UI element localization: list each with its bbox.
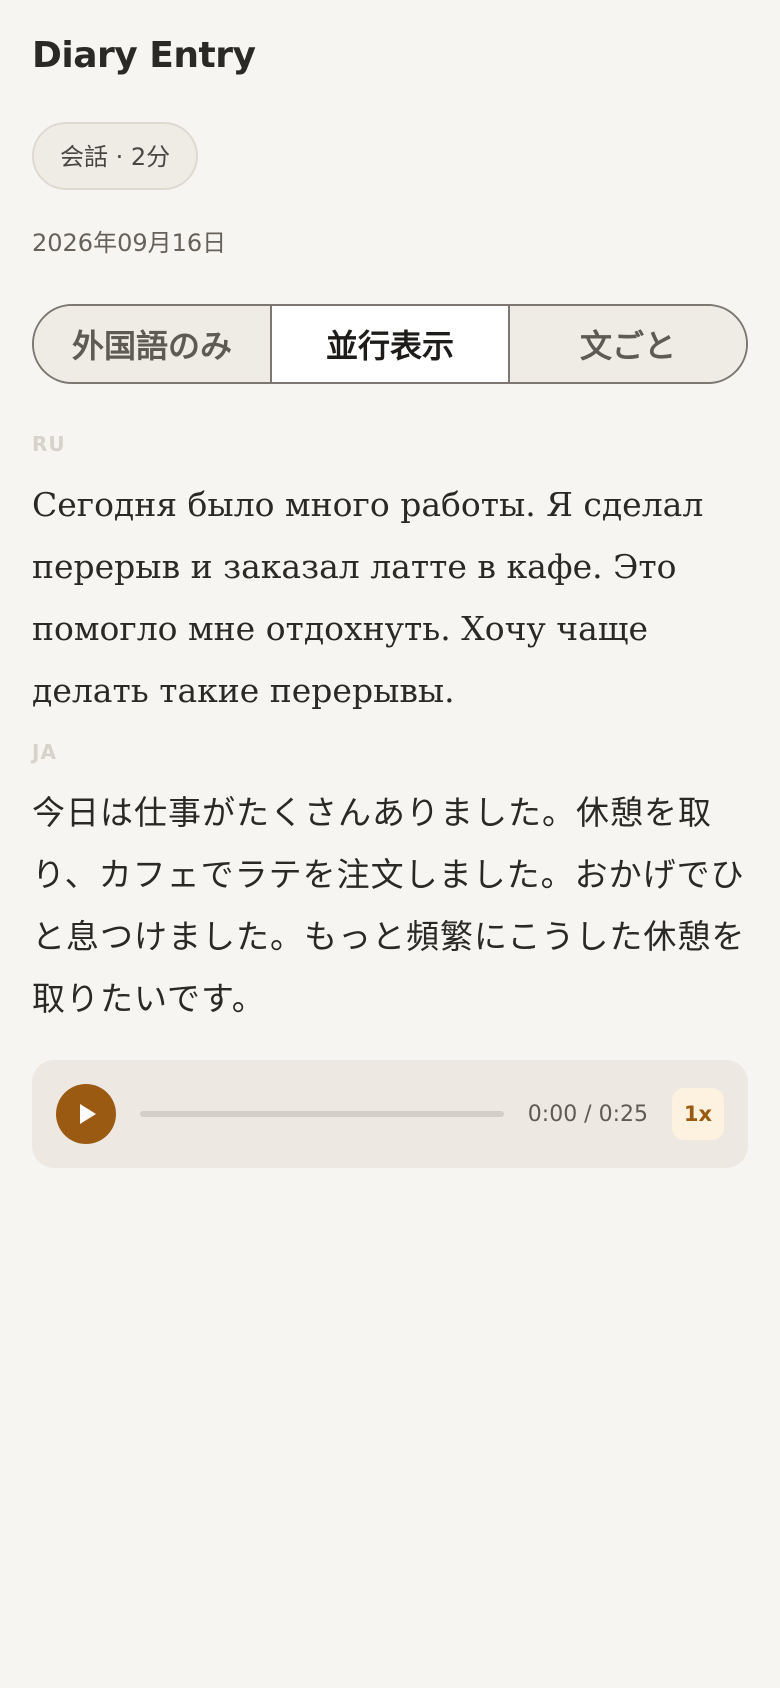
play-icon xyxy=(80,1104,96,1124)
view-mode-parallel[interactable]: 並行表示 xyxy=(270,306,508,382)
playback-speed-button[interactable]: 1x xyxy=(672,1088,724,1140)
entry-type-badge: 会話 · 2分 xyxy=(32,122,199,190)
play-button[interactable] xyxy=(56,1084,116,1144)
view-mode-switcher: 外国語のみ 並行表示 文ごと xyxy=(32,304,748,384)
entry-date: 2026年09月16日 xyxy=(32,229,227,257)
page-title: Diary Entry xyxy=(32,35,256,76)
view-mode-foreign-only[interactable]: 外国語のみ xyxy=(34,306,270,382)
native-text: 今日は仕事がたくさんありました。休憩を取り、カフェでラテを注文しました。おかげで… xyxy=(32,793,746,1018)
diary-entry-page: Diary Entry 会話 · 2分 2026年09月16日 外国語のみ 並行… xyxy=(0,0,780,1688)
audio-time: 0:00 / 0:25 xyxy=(527,1101,648,1127)
view-mode-by-sentence[interactable]: 文ごと xyxy=(508,306,746,382)
native-language-code: JA xyxy=(32,740,57,764)
foreign-text: Сегодня было много работы. Я сделал пере… xyxy=(32,485,704,710)
foreign-language-code: RU xyxy=(32,432,66,456)
audio-progress-bar[interactable] xyxy=(140,1111,504,1117)
audio-player: 0:00 / 0:25 1x xyxy=(32,1060,748,1168)
